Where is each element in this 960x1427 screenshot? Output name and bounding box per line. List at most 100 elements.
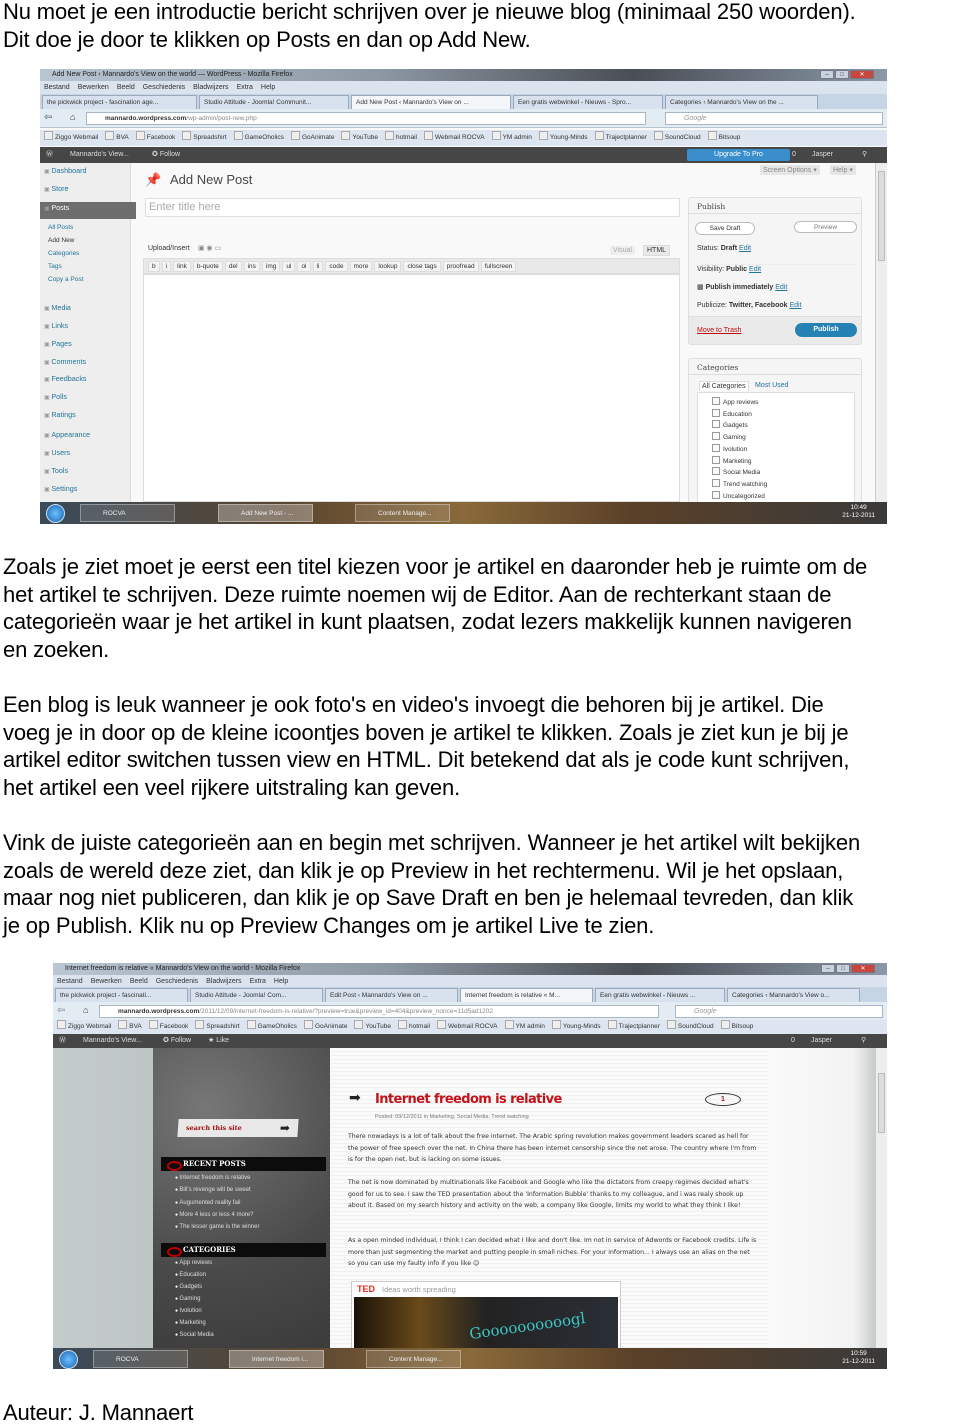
sidebar-item[interactable]: Dashboard [44,166,86,175]
sidebar-item[interactable]: Media [44,303,71,312]
edit-status-link[interactable]: Edit [739,245,751,252]
category-link[interactable]: Social Media [175,1332,213,1338]
category-checkbox[interactable]: App reviews [712,397,758,406]
sidebar-subitem[interactable]: Tags [48,263,62,270]
bookmark[interactable]: YM admin [505,1020,545,1034]
recent-post-link[interactable]: Internet freedom is relative [175,1175,250,1181]
sidebar-item[interactable]: Settings [44,484,77,493]
category-link[interactable]: Ivolution [175,1308,201,1314]
site-name-link[interactable]: Mannardo's View... [83,1034,142,1048]
browser-tab[interactable]: Add New Post ‹ Mannardo's View on ... [351,95,511,109]
post-title[interactable]: Internet freedom is relative [375,1092,562,1107]
tab-visual[interactable]: Visual [610,246,635,255]
preview-button[interactable]: Preview [794,221,857,233]
toolbar-button[interactable]: img [261,261,281,272]
search-icon[interactable]: ⚲ [862,147,867,163]
taskbar-word[interactable]: Content Manage... [355,504,450,522]
publish-button[interactable]: Publish [795,323,857,337]
sidebar-item[interactable]: Tools [44,466,68,475]
start-button[interactable] [46,504,65,523]
tab-most-used[interactable]: Most Used [755,382,788,389]
browser-tab[interactable]: Studio Attitude - Joomla! Communit... [199,95,349,109]
toolbar-button[interactable]: link [173,261,191,272]
sidebar-item[interactable]: Users [44,448,70,457]
screen-options-button[interactable]: Screen Options ▾ [760,165,820,175]
taskbar-explorer[interactable]: ROCVA [93,1350,188,1368]
toolbar-button[interactable]: b [148,261,160,272]
bookmark[interactable]: SoundCloud [654,130,701,146]
help-button[interactable]: Help ▾ [830,165,856,175]
move-to-trash-link[interactable]: Move to Trash [697,327,741,334]
taskbar-firefox[interactable]: Add New Post - ... [218,504,313,522]
follow-link[interactable]: ✪ Follow [152,147,180,163]
video-thumbnail[interactable]: Goooooooooogl [354,1297,618,1352]
save-draft-button[interactable]: Save Draft [695,222,755,235]
bookmark[interactable]: BVA [105,130,129,146]
sidebar-item[interactable]: Pages [44,339,71,348]
bookmark[interactable]: Trajectplanner [595,130,647,146]
home-icon[interactable]: ⌂ [70,112,75,122]
sidebar-subitem[interactable]: Add New [48,237,74,244]
toolbar-button[interactable]: ol [297,261,311,272]
browser-tab[interactable]: Studio Attitude - Joomla! Com... [190,988,323,1002]
search-field[interactable]: Google [675,1005,883,1018]
bookmark[interactable]: Bitsoup [708,130,741,146]
browser-tab[interactable]: Een gratis webwinkel - Nieuws ... [595,988,725,1002]
menu-item[interactable]: Bewerken [78,81,109,94]
bookmark[interactable]: Ziggo Webmail [57,1020,111,1034]
category-link[interactable]: Marketing [175,1320,205,1326]
sidebar-subitem[interactable]: Categories [48,250,79,257]
bookmark[interactable]: YM admin [492,130,532,146]
bookmark[interactable]: Spreadshirt [182,130,226,146]
toolbar-button[interactable]: i [161,261,172,272]
url-field[interactable]: mannardo.wordpress.com/2011/12/09/intern… [99,1005,659,1018]
browser-tab[interactable]: the pickwick project - fascinati... [55,988,188,1002]
upgrade-button[interactable]: Upgrade To Pro [687,149,790,161]
site-name-link[interactable]: Mannardo's View... [70,147,129,163]
url-field[interactable]: mannardo.wordpress.com/wp-admin/post-new… [86,112,646,125]
sidebar-item[interactable]: Posts [44,203,69,212]
tab-html[interactable]: HTML [643,245,671,256]
menu-item[interactable]: Help [261,81,275,94]
browser-tab[interactable]: Een gratis webwinkel - Nieuws - Spro... [513,95,663,109]
menu-item[interactable]: Geschiedenis [143,81,185,94]
browser-tab[interactable]: Categories ‹ Mannardo's View o... [727,988,860,1002]
category-link[interactable]: Education [175,1272,206,1278]
bookmark[interactable]: YouTube [341,130,378,146]
category-checkbox[interactable]: Gaming [712,432,746,441]
bookmark[interactable]: Young-Minds [552,1020,601,1034]
taskbar-firefox[interactable]: Internet freedom i... [229,1350,324,1368]
back-icon[interactable]: ⇦ [44,112,52,123]
toolbar-button[interactable]: proofread [442,261,479,272]
window-controls[interactable]: – □ ✕ [821,964,875,974]
bookmark[interactable]: SoundCloud [667,1020,714,1034]
category-checkbox[interactable]: Trend watching [712,479,767,488]
toolbar-button[interactable]: close tags [403,261,441,272]
edit-visibility-link[interactable]: Edit [749,266,761,273]
edit-schedule-link[interactable]: Edit [775,284,787,291]
bookmark[interactable]: GameOholics [234,130,284,146]
toolbar-button[interactable]: del [224,261,242,272]
media-icons[interactable]: ▣ ◉ ▭ [198,244,221,252]
tab-all-categories[interactable]: All Categories [699,381,749,391]
browser-tab[interactable]: the pickwick project - fascination age..… [42,95,197,109]
bookmark[interactable]: Spreadshirt [195,1020,239,1034]
menu-item[interactable]: Extra [237,81,253,94]
toolbar-button[interactable]: more [349,261,373,272]
category-link[interactable]: App reviews [175,1260,212,1266]
user-menu[interactable]: Jasper [812,147,833,163]
toolbar-button[interactable]: ins [243,261,260,272]
menu-item[interactable]: Bestand [44,81,70,94]
bookmark[interactable]: GoAnimate [291,130,335,146]
bookmark[interactable]: GameOholics [247,1020,297,1034]
recent-post-link[interactable]: Bill's revenge will be sweet [175,1187,250,1193]
browser-tab[interactable]: Internet freedom is relative « M... [460,988,593,1002]
arrow-right-icon[interactable]: ➡ [279,1119,290,1137]
bookmark[interactable]: Ziggo Webmail [44,130,98,146]
bookmark[interactable]: hotmail [385,130,417,146]
comment-count-bubble[interactable]: 1 [705,1093,741,1106]
editor-textarea[interactable] [143,274,680,502]
bookmark[interactable]: YouTube [354,1020,391,1034]
back-icon[interactable]: ⇦ [57,1005,65,1016]
sidebar-item[interactable]: Ratings [44,410,75,419]
